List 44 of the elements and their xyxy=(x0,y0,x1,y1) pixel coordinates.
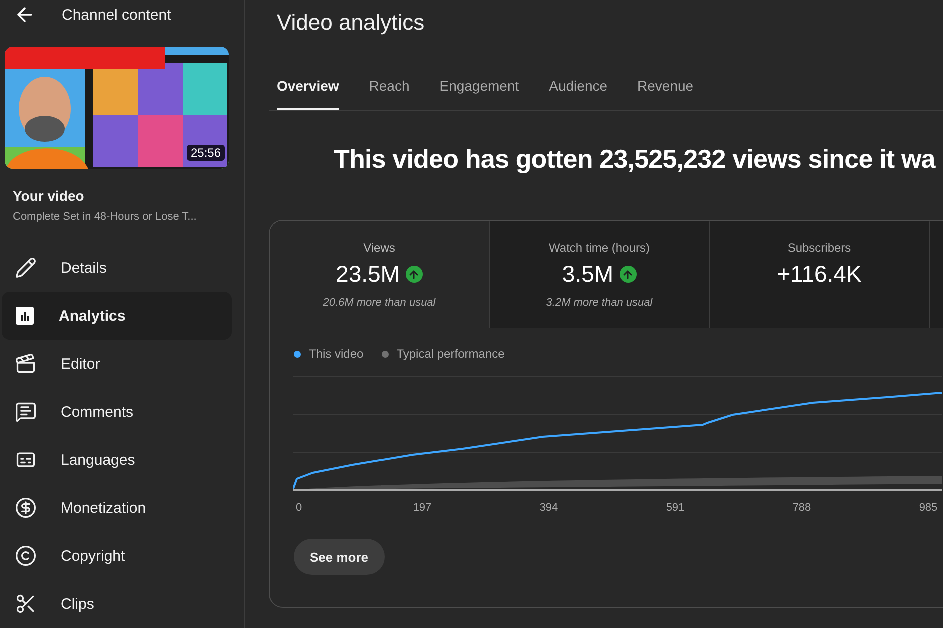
metric-label: Subscribers xyxy=(788,241,852,255)
headline: This video has gotten 23,525,232 views since it wa xyxy=(334,144,937,175)
axis-label: 788 xyxy=(792,502,812,514)
tab[interactable]: Overview xyxy=(277,78,340,110)
scissors-icon xyxy=(15,593,37,615)
axis-label: 394 xyxy=(540,502,558,514)
axis-label: 197 xyxy=(413,502,432,514)
sidebar-item[interactable]: Languages xyxy=(2,436,232,484)
page-title: Video analytics xyxy=(277,10,426,36)
copyright-icon xyxy=(15,545,37,567)
tab[interactable]: Audience xyxy=(549,78,608,110)
metric-note: 3.2M more than usual xyxy=(546,297,653,309)
sidebar-item[interactable]: Comments xyxy=(2,388,232,436)
metric-note: 20.6M more than usual xyxy=(323,297,436,309)
axis-label: 985 xyxy=(919,502,938,514)
legend-label: This video xyxy=(309,347,364,361)
video-title: Complete Set in 48-Hours or Lose T... xyxy=(13,211,198,223)
sidebar-item[interactable]: Details xyxy=(2,244,232,292)
video-label: Your video xyxy=(13,188,86,204)
sidebar-item[interactable]: Editor xyxy=(2,340,232,388)
axis-label: 0 xyxy=(296,502,302,514)
metric-tab[interactable]: Views 23.5M 20.6M more than usual xyxy=(270,221,490,328)
duration-badge: 25:56 xyxy=(186,145,225,161)
sidebar-item[interactable]: Monetization xyxy=(2,484,232,532)
clapperboard-icon xyxy=(15,353,37,375)
sidebar-item[interactable]: Copyright xyxy=(2,532,232,580)
metric-value: 3.5M xyxy=(562,261,614,288)
metric-label: Views xyxy=(364,241,396,255)
sidebar-item[interactable]: Clips xyxy=(2,580,232,628)
metric-label: Watch time (hours) xyxy=(549,241,650,255)
bar-chart-icon xyxy=(15,306,35,326)
sidebar-title: Channel content xyxy=(62,6,172,24)
legend-label: Typical performance xyxy=(396,347,505,361)
see-more-button[interactable]: See more xyxy=(294,539,385,575)
comment-icon xyxy=(15,401,37,423)
dollar-icon xyxy=(15,497,37,519)
tab[interactable]: Revenue xyxy=(638,78,694,110)
tab[interactable]: Engagement xyxy=(440,78,520,110)
metric-value: 23.5M xyxy=(336,261,400,288)
axis-label: 591 xyxy=(666,502,685,514)
metric-value: +116.4K xyxy=(777,261,862,288)
sidebar-item[interactable]: Analytics xyxy=(2,292,232,340)
pencil-icon xyxy=(15,257,37,279)
tab[interactable]: Reach xyxy=(369,78,410,110)
